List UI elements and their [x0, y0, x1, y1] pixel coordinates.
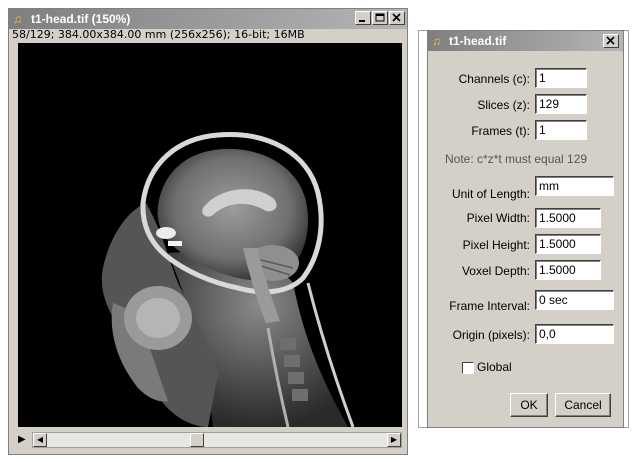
unit-of-length-label: Unit of Length: — [451, 187, 530, 201]
dialog-titlebar[interactable]: ♫ t1-head.tif — [428, 31, 623, 51]
close-icon — [392, 13, 401, 22]
dialog-title: t1-head.tif — [449, 34, 507, 48]
scrollbar-thumb[interactable] — [190, 433, 205, 447]
window-controls — [354, 11, 405, 27]
play-animation-button[interactable]: ▶ — [18, 432, 30, 448]
pixel-width-input[interactable] — [535, 208, 601, 228]
pixel-height-input[interactable] — [535, 234, 601, 254]
scroll-left-arrow[interactable]: ◀ — [33, 433, 47, 447]
properties-dialog: ♫ t1-head.tif Channels (c): Slices (z): … — [427, 30, 624, 428]
pixel-height-label: Pixel Height: — [462, 238, 530, 252]
frame-interval-label: Frame Interval: — [449, 299, 530, 313]
global-checkbox[interactable] — [462, 362, 474, 374]
pixel-width-label: Pixel Width: — [466, 211, 530, 225]
voxel-depth-input[interactable] — [535, 260, 601, 280]
close-icon — [606, 36, 615, 45]
slice-scroll-row: ▶ ◀ ▶ — [18, 432, 402, 448]
voxel-depth-label: Voxel Depth: — [461, 264, 530, 278]
image-info-text: 58/129; 384.00x384.00 mm (256x256); 16-b… — [12, 28, 305, 41]
unit-of-length-input[interactable] — [535, 176, 614, 196]
channels-label: Channels (c): — [458, 72, 530, 86]
frame-interval-input[interactable] — [535, 290, 614, 310]
slices-input[interactable] — [535, 94, 587, 114]
global-label: Global — [477, 360, 512, 374]
ok-button[interactable]: OK — [510, 393, 548, 417]
image-window-titlebar[interactable]: ♫ t1-head.tif (150%) — [9, 9, 407, 29]
slices-label: Slices (z): — [477, 98, 530, 112]
image-window: ♫ t1-head.tif (150%) 58/129; 384.00x384.… — [8, 8, 408, 455]
dialog-close-button[interactable] — [603, 34, 619, 48]
maximize-icon — [375, 13, 385, 22]
scroll-right-arrow[interactable]: ▶ — [387, 433, 401, 447]
imagej-microscope-icon: ♫ — [432, 34, 441, 48]
minimize-button[interactable] — [355, 11, 371, 25]
note-text: Note: c*z*t must equal 129 — [445, 152, 588, 166]
minimize-icon — [359, 20, 365, 22]
origin-input[interactable] — [535, 324, 614, 344]
slice-scrollbar[interactable]: ◀ ▶ — [32, 432, 402, 448]
frames-label: Frames (t): — [471, 124, 530, 138]
channels-input[interactable] — [535, 68, 587, 88]
image-canvas[interactable] — [18, 43, 402, 428]
origin-label: Origin (pixels): — [452, 328, 530, 342]
close-button[interactable] — [389, 11, 405, 25]
cancel-button[interactable]: Cancel — [555, 393, 611, 417]
frames-input[interactable] — [535, 120, 587, 140]
imagej-microscope-icon: ♫ — [13, 12, 22, 26]
mri-head-image — [18, 43, 402, 428]
maximize-button[interactable] — [372, 11, 388, 25]
image-window-title: t1-head.tif (150%) — [31, 12, 131, 26]
